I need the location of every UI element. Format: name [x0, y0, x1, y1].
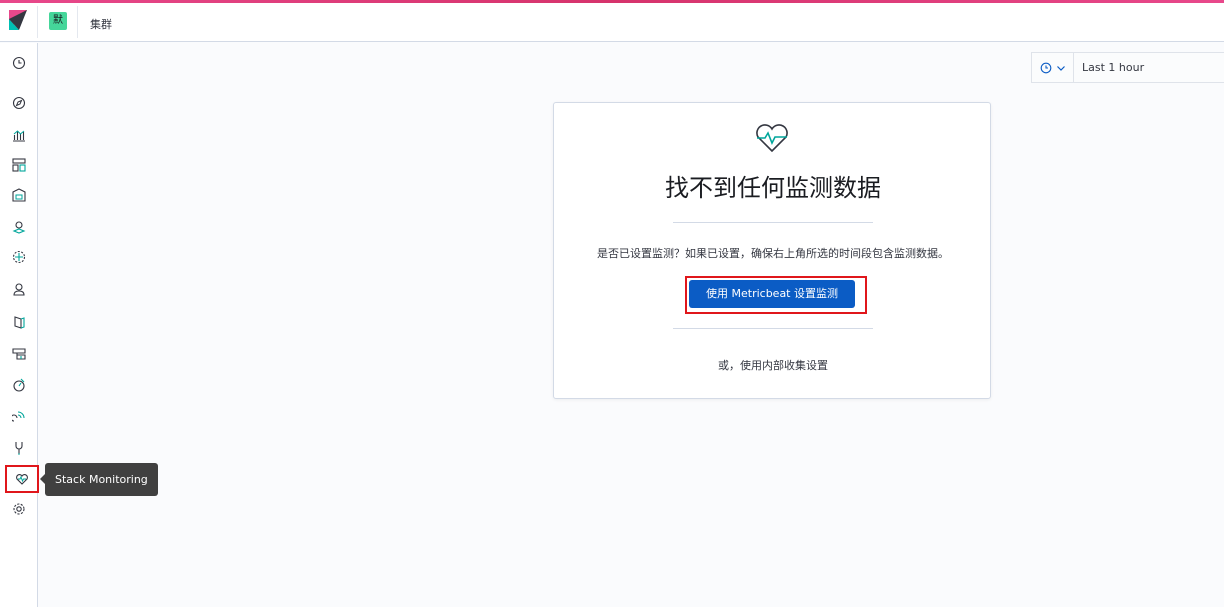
time-range-label[interactable]: Last 1 hour — [1082, 61, 1144, 74]
clock-icon — [1040, 62, 1051, 73]
uptime-icon[interactable] — [10, 376, 28, 394]
kibana-logo-icon[interactable] — [9, 10, 27, 30]
divider — [673, 328, 873, 329]
logs-icon[interactable] — [10, 313, 28, 331]
canvas-icon[interactable] — [10, 186, 28, 204]
time-picker[interactable]: Last 1 hour — [1031, 52, 1224, 83]
breadcrumb[interactable]: 集群 — [90, 16, 112, 32]
divider — [673, 222, 873, 223]
page-title: 找不到任何监测数据 — [665, 174, 881, 202]
gear-icon[interactable] — [10, 500, 28, 518]
chevron-down-icon — [1056, 65, 1065, 71]
devtools-icon[interactable] — [10, 439, 28, 457]
description-text: 是否已设置监测？如果已设置，确保右上角所选的时间段包含监测数据。 — [597, 247, 949, 260]
ml-icon[interactable] — [10, 248, 28, 266]
nav-tooltip: Stack Monitoring — [40, 463, 158, 496]
visualize-icon[interactable] — [10, 126, 28, 144]
infrastructure-icon[interactable] — [10, 280, 28, 298]
clock-icon[interactable] — [10, 54, 28, 72]
header-divider — [37, 6, 38, 38]
monitoring-heart-icon — [756, 124, 788, 153]
maps-icon[interactable] — [10, 218, 28, 236]
setup-metricbeat-button[interactable]: 使用 Metricbeat 设置监测 — [689, 280, 855, 308]
internal-collection-link[interactable]: 或，使用内部收集设置 — [554, 357, 992, 373]
apm-icon[interactable] — [10, 345, 28, 363]
header-accent-bar — [0, 0, 1224, 3]
side-nav — [0, 43, 39, 607]
no-data-panel: 找不到任何监测数据 是否已设置监测？如果已设置，确保右上角所选的时间段包含监测数… — [553, 102, 991, 399]
space-selector[interactable]: 默 — [49, 12, 67, 30]
siem-icon[interactable] — [10, 407, 28, 425]
dashboard-icon[interactable] — [10, 156, 28, 174]
top-header: 默 集群 — [0, 0, 1224, 42]
compass-icon[interactable] — [10, 94, 28, 112]
quick-select-button[interactable] — [1032, 53, 1074, 82]
header-divider — [77, 6, 78, 38]
monitoring-icon[interactable] — [5, 465, 39, 493]
